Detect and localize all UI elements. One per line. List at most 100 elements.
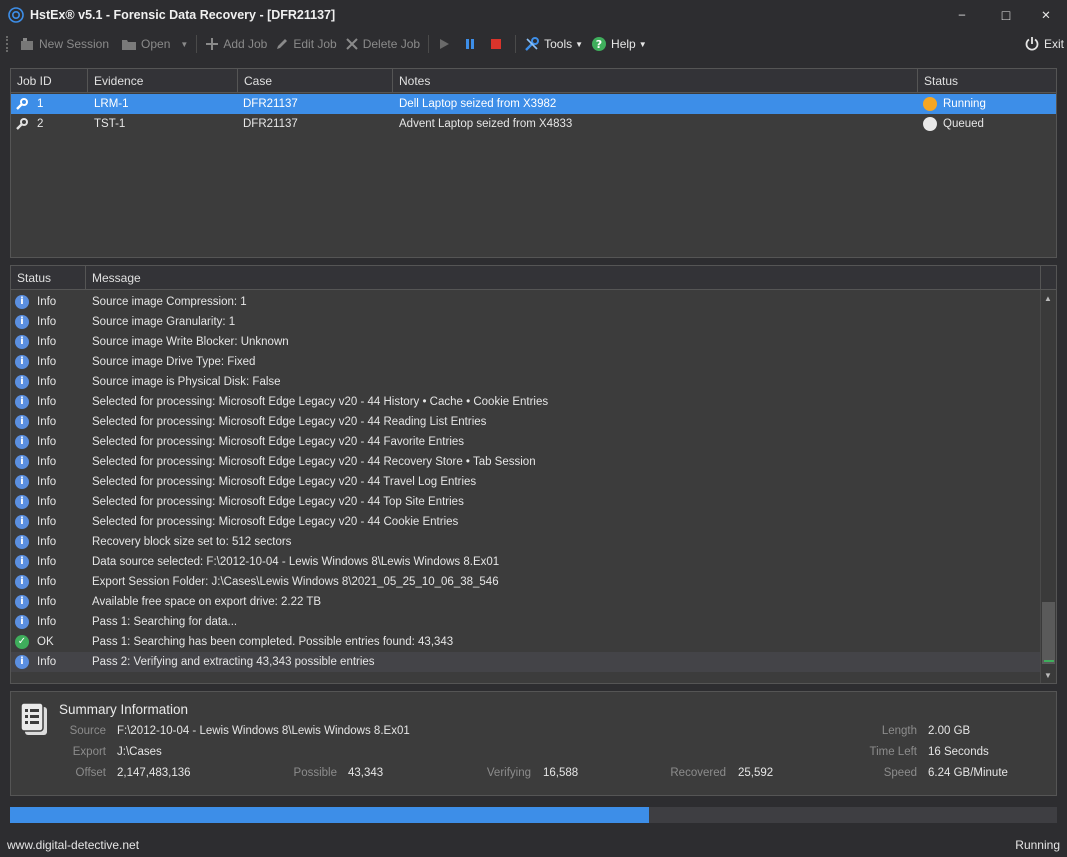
- wrench-icon: [16, 98, 28, 110]
- log-row[interactable]: i Info Selected for processing: Microsoft …: [11, 392, 1040, 412]
- job-case: DFR21137: [243, 118, 298, 130]
- exit-button[interactable]: Exit: [1020, 32, 1067, 56]
- job-id: 2: [37, 118, 44, 130]
- ok-icon: ✓: [15, 635, 29, 649]
- log-message: Pass 2: Verifying and extracting 43,343 …: [92, 656, 375, 668]
- log-status: Info: [37, 356, 57, 368]
- column-header-evidence[interactable]: Evidence: [88, 69, 238, 93]
- log-status: Info: [37, 316, 57, 328]
- log-row[interactable]: i Info Recovery block size set to: 512 sec…: [11, 532, 1040, 552]
- log-row[interactable]: i Info Available free space on export driv…: [11, 592, 1040, 612]
- new-session-button[interactable]: New Session: [15, 32, 113, 56]
- jobs-grid: Job ID Evidence Case Notes Status 1 LRM-…: [10, 68, 1057, 258]
- log-row[interactable]: i Info Selected for processing: Microsoft …: [11, 512, 1040, 532]
- info-icon: i: [15, 535, 29, 549]
- website-link[interactable]: www.digital-detective.net: [7, 834, 139, 857]
- play-button[interactable]: [433, 32, 459, 56]
- log-row[interactable]: i Info Source image Drive Type: Fixed: [11, 352, 1040, 372]
- verifying-label: Verifying: [486, 767, 531, 779]
- speed-label: Speed: [883, 767, 917, 779]
- exit-label: Exit: [1044, 37, 1065, 51]
- verifying-value: 16,588: [543, 767, 579, 779]
- open-label: Open: [141, 37, 171, 51]
- speed-value: 6.24 GB/Minute: [928, 767, 1008, 779]
- source-value: F:\2012-10-04 - Lewis Windows 8\Lewis Wi…: [117, 725, 410, 737]
- tools-icon: [525, 37, 540, 51]
- pencil-icon: [277, 39, 288, 49]
- edit-job-button[interactable]: Edit Job: [271, 32, 340, 56]
- toolbar-grip[interactable]: [6, 36, 9, 52]
- log-scrollbar[interactable]: ▲ ▼: [1040, 290, 1056, 683]
- log-message: Selected for processing: Microsoft Edge …: [92, 476, 477, 488]
- log-message: Pass 1: Searching has been completed. Po…: [92, 636, 454, 648]
- log-status: Info: [37, 416, 57, 428]
- pause-icon: [466, 39, 475, 49]
- progress-fill: [10, 807, 649, 823]
- possible-value: 43,343: [348, 767, 384, 779]
- log-row[interactable]: i Info Source image is Physical Disk: Fals…: [11, 372, 1040, 392]
- log-status: Info: [37, 496, 57, 508]
- export-value: J:\Cases: [117, 746, 162, 758]
- recovered-label: Recovered: [670, 767, 726, 779]
- jobs-grid-header: Job ID Evidence Case Notes Status: [11, 69, 1056, 93]
- toolbar-separator: [196, 35, 198, 53]
- wrench-icon: [16, 118, 28, 130]
- column-header-status[interactable]: Status: [11, 266, 86, 290]
- add-job-label: Add Job: [223, 37, 268, 51]
- job-row[interactable]: 2 TST-1 DFR21137 Advent Laptop seized fr…: [11, 114, 1056, 134]
- column-header-case[interactable]: Case: [238, 69, 393, 93]
- column-header-status[interactable]: Status: [918, 69, 1058, 93]
- status-bar: www.digital-detective.net Running: [0, 834, 1067, 857]
- tools-menu[interactable]: Tools ▼: [520, 32, 587, 56]
- log-row[interactable]: ✓ OK Pass 1: Searching has been completed.…: [11, 632, 1040, 652]
- stop-button[interactable]: [485, 32, 511, 56]
- log-message: Source image Granularity: 1: [92, 316, 236, 328]
- info-icon: i: [15, 435, 29, 449]
- scroll-down-icon[interactable]: ▼: [1044, 671, 1052, 680]
- open-dropdown-icon[interactable]: ▼: [180, 40, 188, 49]
- log-row[interactable]: i Info Selected for processing: Microsoft …: [11, 492, 1040, 512]
- running-status-icon: [923, 97, 937, 111]
- log-row[interactable]: i Info Selected for processing: Microsoft …: [11, 472, 1040, 492]
- log-status: Info: [37, 556, 57, 568]
- new-session-label: New Session: [39, 37, 110, 51]
- add-job-button[interactable]: Add Job: [201, 32, 271, 56]
- log-row[interactable]: i Info Pass 2: Verifying and extracting 43…: [11, 652, 1040, 672]
- column-header-message[interactable]: Message: [86, 266, 1041, 290]
- log-row[interactable]: i Info Source image Granularity: 1: [11, 312, 1040, 332]
- log-message: Source image is Physical Disk: False: [92, 376, 281, 388]
- log-row[interactable]: i Info Data source selected: F:\2012-10-04…: [11, 552, 1040, 572]
- delete-job-button[interactable]: Delete Job: [341, 32, 424, 56]
- info-icon: i: [15, 295, 29, 309]
- log-status: Info: [37, 376, 57, 388]
- info-icon: i: [15, 415, 29, 429]
- log-status: Info: [37, 536, 57, 548]
- log-row[interactable]: i Info Source image Compression: 1: [11, 292, 1040, 312]
- minimize-button[interactable]: –: [939, 0, 985, 30]
- info-icon: i: [15, 375, 29, 389]
- log-row[interactable]: i Info Source image Write Blocker: Unknown: [11, 332, 1040, 352]
- close-icon: ✕: [1041, 10, 1051, 22]
- log-row[interactable]: i Info Selected for processing: Microsoft …: [11, 432, 1040, 452]
- log-row[interactable]: i Info Export Session Folder: J:\Cases\Lew…: [11, 572, 1040, 592]
- log-message: Source image Drive Type: Fixed: [92, 356, 256, 368]
- log-row[interactable]: i Info Selected for processing: Microsoft …: [11, 452, 1040, 472]
- log-row[interactable]: i Info Pass 1: Searching for data...: [11, 612, 1040, 632]
- job-row[interactable]: 1 LRM-1 DFR21137 Dell Laptop seized from…: [11, 94, 1056, 114]
- column-header-notes[interactable]: Notes: [393, 69, 918, 93]
- close-button[interactable]: ✕: [1023, 0, 1067, 30]
- pause-button[interactable]: [459, 32, 485, 56]
- info-icon: i: [15, 595, 29, 609]
- column-header-job-id[interactable]: Job ID: [11, 69, 88, 93]
- open-button[interactable]: Open ▼: [117, 32, 192, 56]
- scroll-thumb[interactable]: [1042, 602, 1055, 664]
- tools-label: Tools: [544, 37, 573, 51]
- log-status: OK: [37, 636, 54, 648]
- info-icon: i: [15, 395, 29, 409]
- help-menu[interactable]: ? Help ▼: [587, 32, 651, 56]
- log-row[interactable]: i Info Selected for processing: Microsoft …: [11, 412, 1040, 432]
- scroll-up-icon[interactable]: ▲: [1044, 294, 1052, 303]
- log-message: Selected for processing: Microsoft Edge …: [92, 436, 465, 448]
- info-icon: i: [15, 355, 29, 369]
- title-bar: HstEx® v5.1 - Forensic Data Recovery - […: [0, 0, 1067, 30]
